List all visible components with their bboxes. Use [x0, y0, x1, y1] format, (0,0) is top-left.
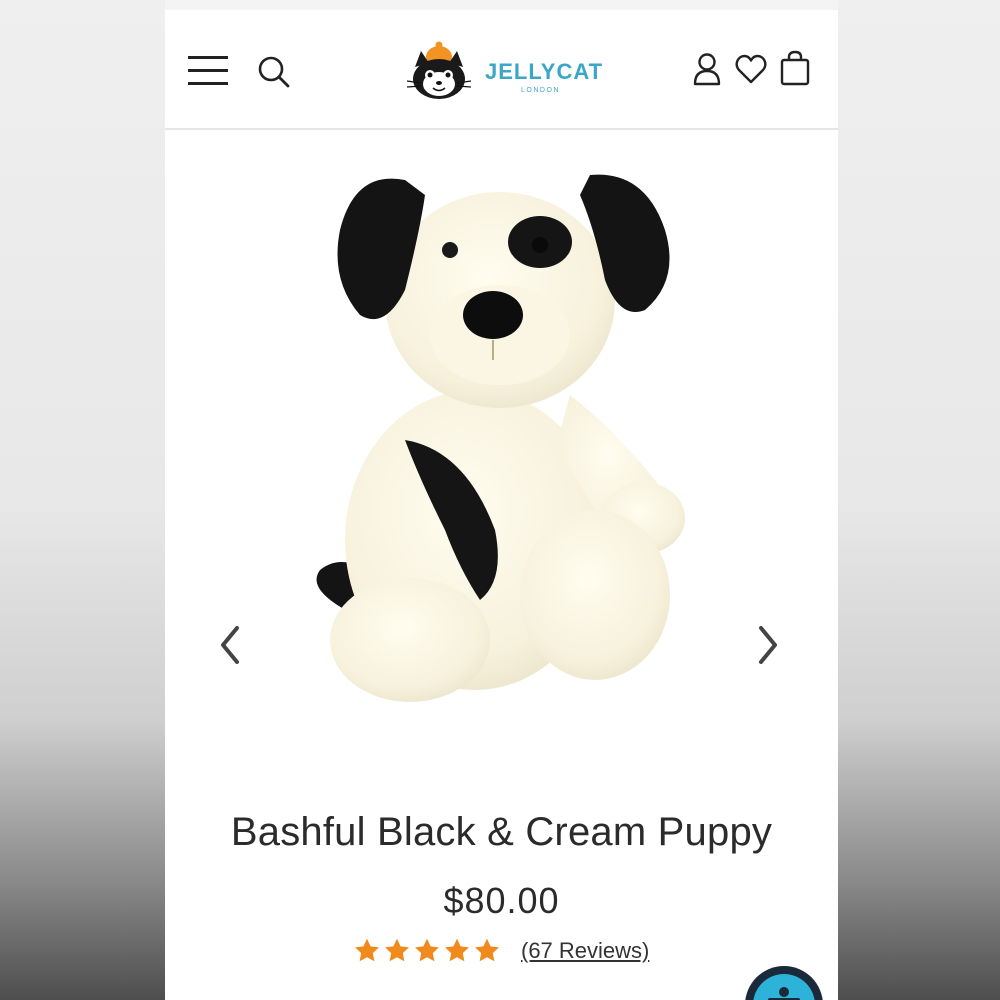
previous-image-arrow[interactable]	[215, 622, 245, 668]
left-background	[0, 0, 165, 1000]
star-rating	[353, 937, 501, 965]
logo-wordmark: JELLYCAT	[485, 59, 604, 84]
mobile-page: JELLYCAT LONDON Bashful Black & Cream Pu…	[165, 10, 838, 1000]
next-image-arrow[interactable]	[753, 622, 783, 668]
search-icon[interactable]	[257, 55, 291, 89]
menu-icon[interactable]	[188, 54, 228, 88]
product-rating: (67 Reviews)	[353, 934, 649, 968]
accessibility-button[interactable]	[745, 966, 823, 1000]
product-price: $80.00	[443, 880, 560, 921]
right-background	[838, 0, 1000, 1000]
bag-icon[interactable]	[780, 50, 810, 86]
user-icon[interactable]	[693, 52, 721, 86]
star-icon	[475, 938, 499, 962]
accessibility-icon	[753, 974, 815, 1000]
star-icon	[445, 938, 469, 962]
site-header: JELLYCAT LONDON	[165, 10, 838, 130]
star-icon	[355, 938, 379, 962]
product-title: Bashful Black & Cream Puppy	[230, 810, 773, 854]
star-icon	[385, 938, 409, 962]
jellycat-logo[interactable]: JELLYCAT LONDON	[401, 37, 604, 103]
reviews-link[interactable]: (67 Reviews)	[521, 938, 649, 964]
heart-icon[interactable]	[735, 54, 767, 84]
product-image	[316, 174, 685, 702]
logo-subtitle: LONDON	[521, 87, 560, 94]
star-icon	[415, 938, 439, 962]
